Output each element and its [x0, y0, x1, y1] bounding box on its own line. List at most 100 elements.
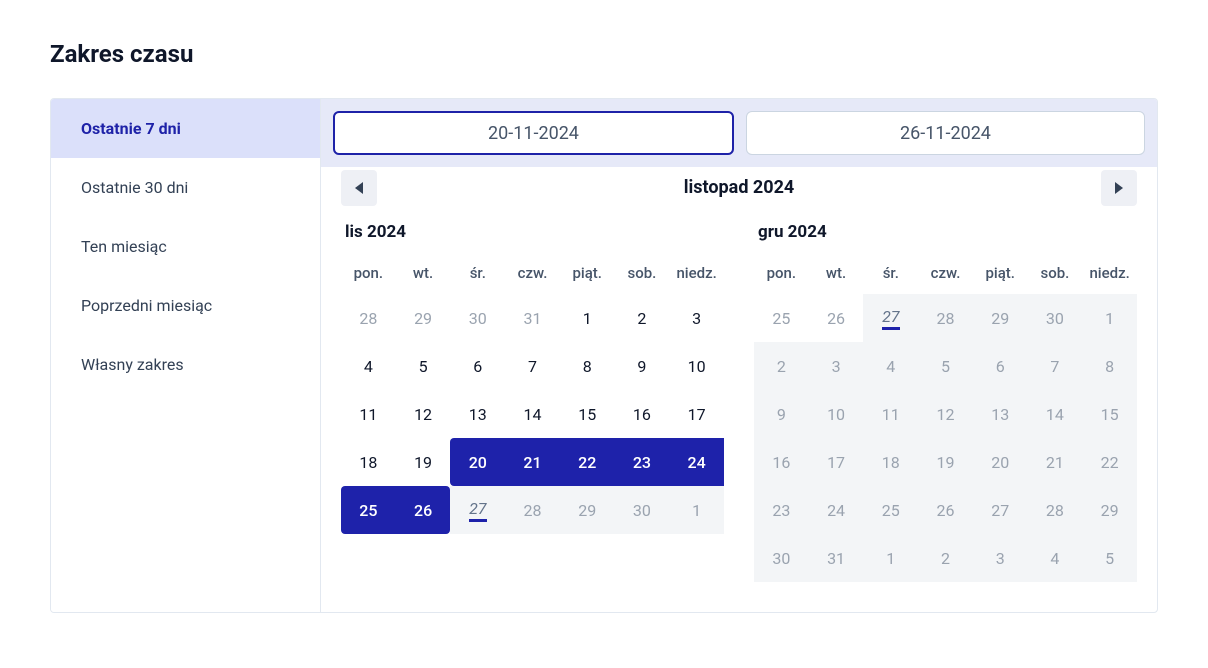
calendar-day: 17 — [809, 438, 864, 486]
preset-item[interactable]: Ostatnie 7 dni — [51, 99, 320, 158]
calendar-month: lis 2024pon.wt.śr.czw.piąt.sob.niedz.282… — [341, 208, 724, 582]
calendar-pane: 20-11-2024 26-11-2024 listopad 2024 lis … — [321, 99, 1157, 612]
preset-list: Ostatnie 7 dniOstatnie 30 dniTen miesiąc… — [51, 99, 321, 612]
calendar-day[interactable]: 18 — [341, 438, 396, 486]
calendar-day[interactable]: 2 — [615, 294, 670, 342]
calendar-day[interactable]: 14 — [505, 390, 560, 438]
calendar-day: 11 — [863, 390, 918, 438]
calendar-day[interactable]: 16 — [615, 390, 670, 438]
preset-item[interactable]: Ostatnie 30 dni — [51, 158, 320, 217]
calendar-day: 28 — [918, 294, 973, 342]
day-number: 26 — [414, 501, 432, 520]
calendar-day[interactable]: 10 — [669, 342, 724, 390]
calendar-day[interactable]: 8 — [560, 342, 615, 390]
day-number: 5 — [1105, 549, 1114, 568]
calendar-day: 13 — [973, 390, 1028, 438]
day-number: 22 — [578, 453, 596, 472]
day-number: 10 — [827, 405, 845, 424]
calendar-day: 7 — [1028, 342, 1083, 390]
calendar-day: 19 — [918, 438, 973, 486]
calendar-day[interactable]: 23 — [615, 438, 670, 486]
day-number: 3 — [692, 309, 701, 328]
day-number: 15 — [578, 405, 596, 424]
calendar-day: 30 — [754, 534, 809, 582]
calendar-day: 1 — [1082, 294, 1137, 342]
calendar-day[interactable]: 1 — [560, 294, 615, 342]
day-number: 4 — [1050, 549, 1059, 568]
calendar-grid: pon.wt.śr.czw.piąt.sob.niedz.28293031123… — [341, 252, 724, 534]
day-number: 11 — [882, 405, 900, 424]
calendar-day[interactable]: 6 — [450, 342, 505, 390]
calendar-day: 6 — [973, 342, 1028, 390]
day-number: 21 — [523, 453, 541, 472]
calendar-day: 1 — [863, 534, 918, 582]
calendar-day[interactable]: 17 — [669, 390, 724, 438]
day-number: 30 — [469, 309, 487, 328]
calendar-day: 9 — [754, 390, 809, 438]
calendar-day: 5 — [1082, 534, 1137, 582]
day-number: 4 — [886, 357, 895, 376]
day-number: 18 — [882, 453, 900, 472]
calendar-day[interactable]: 9 — [615, 342, 670, 390]
day-number: 7 — [1050, 357, 1059, 376]
day-number: 19 — [414, 453, 432, 472]
calendar-day[interactable]: 12 — [396, 390, 451, 438]
prev-month-button[interactable] — [341, 170, 377, 206]
preset-item[interactable]: Własny zakres — [51, 335, 320, 394]
calendar-day[interactable]: 19 — [396, 438, 451, 486]
calendar-day[interactable]: 15 — [560, 390, 615, 438]
chevron-right-icon — [1115, 182, 1123, 194]
calendar-day[interactable]: 4 — [341, 342, 396, 390]
day-number: 21 — [1046, 453, 1064, 472]
day-number: 16 — [633, 405, 651, 424]
calendar-day: 1 — [669, 486, 724, 534]
calendar-day[interactable]: 20 — [450, 438, 505, 486]
date-from-input[interactable]: 20-11-2024 — [333, 111, 734, 155]
day-number: 16 — [772, 453, 790, 472]
day-number: 28 — [524, 501, 542, 520]
day-number: 27 — [882, 307, 899, 330]
day-number: 1 — [583, 309, 592, 328]
day-number: 6 — [996, 357, 1005, 376]
day-number: 20 — [991, 453, 1009, 472]
calendar-day: 23 — [754, 486, 809, 534]
calendar-day[interactable]: 13 — [450, 390, 505, 438]
calendar-day: 5 — [918, 342, 973, 390]
weekday-header: sob. — [615, 252, 670, 294]
day-number: 7 — [528, 357, 537, 376]
calendar-day[interactable]: 11 — [341, 390, 396, 438]
calendar-day[interactable]: 5 — [396, 342, 451, 390]
calendar-day[interactable]: 7 — [505, 342, 560, 390]
day-number: 12 — [414, 405, 432, 424]
day-number: 13 — [469, 405, 487, 424]
date-to-input[interactable]: 26-11-2024 — [746, 111, 1145, 155]
preset-item[interactable]: Poprzedni miesiąc — [51, 276, 320, 335]
calendar-day: 2 — [918, 534, 973, 582]
calendar-day: 27 — [863, 294, 918, 342]
calendar-day[interactable]: 21 — [505, 438, 560, 486]
chevron-left-icon — [355, 182, 363, 194]
calendar-day[interactable]: 25 — [341, 486, 396, 534]
day-number: 1 — [886, 549, 895, 568]
day-number: 13 — [991, 405, 1009, 424]
calendar-day[interactable]: 24 — [669, 438, 724, 486]
day-number: 12 — [937, 405, 955, 424]
calendar-day[interactable]: 22 — [560, 438, 615, 486]
calendar-day[interactable]: 26 — [396, 486, 451, 534]
calendar-day: 30 — [450, 294, 505, 342]
calendar-day: 16 — [754, 438, 809, 486]
calendar-day[interactable]: 3 — [669, 294, 724, 342]
weekday-header: wt. — [809, 252, 864, 294]
calendar-day: 3 — [973, 534, 1028, 582]
day-number: 30 — [1046, 309, 1064, 328]
day-number: 14 — [524, 405, 542, 424]
day-number: 5 — [419, 357, 428, 376]
day-number: 29 — [1101, 501, 1119, 520]
calendar-day: 28 — [341, 294, 396, 342]
day-number: 26 — [827, 309, 845, 328]
next-month-button[interactable] — [1101, 170, 1137, 206]
preset-item[interactable]: Ten miesiąc — [51, 217, 320, 276]
day-number: 28 — [359, 309, 377, 328]
month-label: lis 2024 — [341, 208, 724, 252]
day-number: 30 — [772, 549, 790, 568]
